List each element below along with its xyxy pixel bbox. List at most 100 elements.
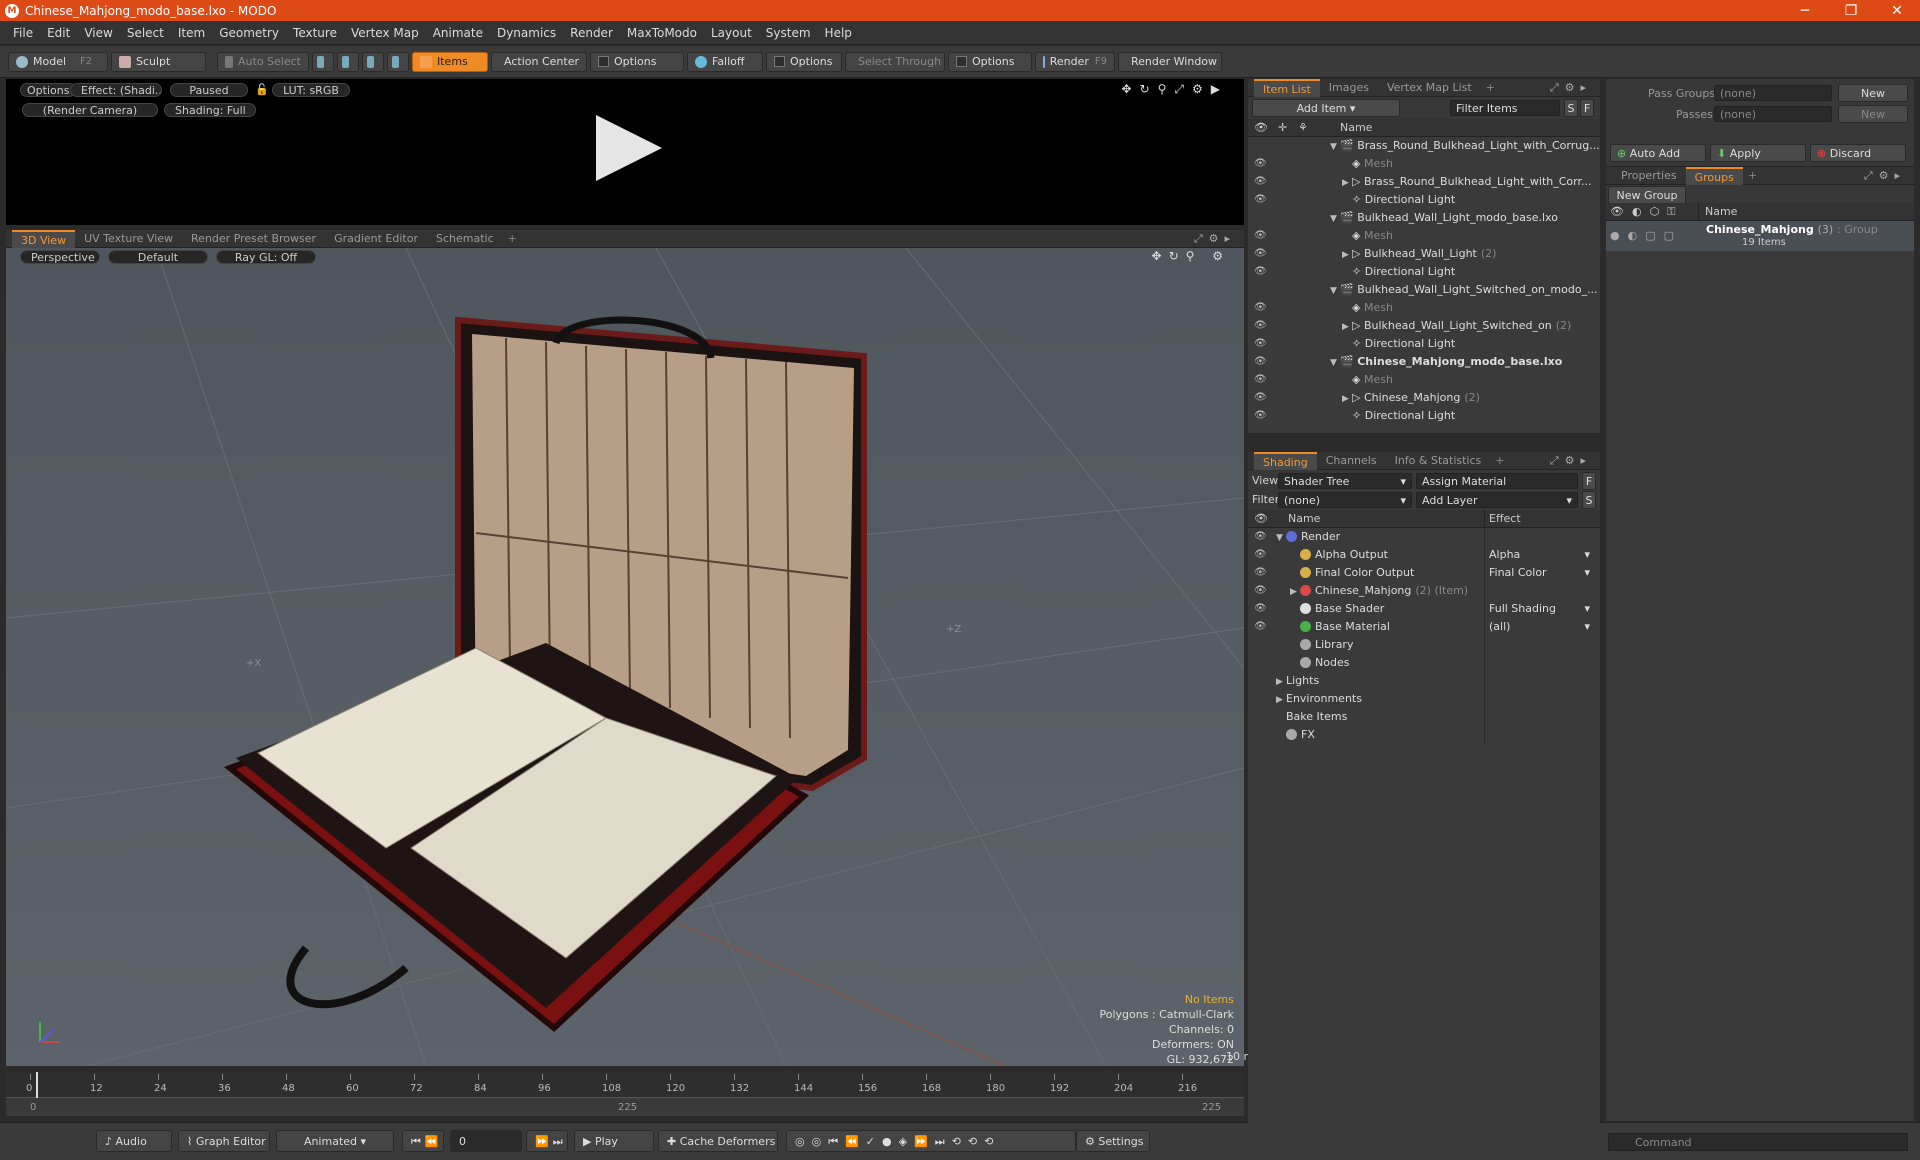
command-input[interactable]: Command (1608, 1133, 1908, 1151)
settings-button[interactable]: ⚙ Settings (1076, 1130, 1150, 1152)
item-list-row[interactable]: ▼ 🎬 Brass_Round_Bulkhead_Light_with_Corru… (1248, 137, 1600, 155)
groups-name-column-header[interactable]: Name (1698, 203, 1737, 221)
shader-tree-row[interactable]: Library (1248, 636, 1600, 654)
visibility-eye-icon[interactable]: 👁 (1254, 546, 1267, 564)
action-center-button[interactable]: Action Center (491, 51, 587, 72)
preview-camera-dropdown[interactable]: (Render Camera) (22, 103, 158, 117)
expand-arrow-icon[interactable]: ▶ (1342, 318, 1352, 336)
visibility-eye-icon[interactable]: 👁 (1254, 263, 1267, 281)
filter-s-button[interactable]: S (1564, 99, 1578, 117)
mahjong-case-model[interactable] (223, 316, 867, 1032)
tab-schematic[interactable]: Schematic (427, 230, 503, 248)
menu-dynamics[interactable]: Dynamics (490, 26, 563, 40)
shader-tree-row[interactable]: 👁 Final Color Output Final Color ▾ (1248, 564, 1600, 582)
visibility-eye-icon[interactable]: 👁 (1254, 564, 1267, 582)
perspective-dropdown[interactable]: Perspective (20, 250, 100, 264)
new-pass-group-button[interactable]: New (1838, 84, 1908, 102)
visibility-eye-icon[interactable]: 👁 (1254, 191, 1267, 209)
item-list-row[interactable]: 👁 ▶ ▷ Brass_Round_Bulkhead_Light_with_Corr… (1248, 173, 1600, 191)
shader-tree-row[interactable]: Bake Items (1248, 708, 1600, 726)
render-preview-panel[interactable]: Options Effect: (Shadi... Paused 🔓 LUT: … (6, 79, 1244, 225)
select-materials-button[interactable] (387, 51, 409, 72)
visibility-eye-icon[interactable]: 👁 (1254, 371, 1267, 389)
effect-column-header[interactable]: Effect (1484, 510, 1521, 528)
item-list-row[interactable]: 👁 ◈ Mesh (1248, 155, 1600, 173)
item-list-row[interactable]: 👁 ◈ Mesh (1248, 371, 1600, 389)
effect-dropdown[interactable]: (all) ▾ (1484, 618, 1594, 636)
filter-f-button[interactable]: F (1580, 99, 1594, 117)
add-item-dropdown[interactable]: Add Item ▾ (1252, 99, 1400, 117)
shader-tree-row[interactable]: 👁 ▼ Render (1248, 528, 1600, 546)
panel-tools-icon[interactable]: ⤢⚙▸ (1550, 81, 1600, 95)
graph-editor-button[interactable]: ⌇ Graph Editor (178, 1130, 270, 1152)
tab-3d-view[interactable]: 3D View (12, 229, 76, 248)
item-list-row[interactable]: 👁 ✧ Directional Light (1248, 191, 1600, 209)
expand-arrow-icon[interactable]: ▶ (1342, 390, 1352, 408)
3d-viewport-canvas[interactable]: +X +Z Perspective Default Ray GL: Off ✥↻… (5, 247, 1245, 1067)
tab-properties[interactable]: Properties (1612, 167, 1686, 185)
name-column-header[interactable]: Name (1340, 119, 1372, 137)
close-icon[interactable]: ✕ (1874, 3, 1920, 19)
playhead[interactable] (36, 1072, 38, 1098)
falloff-button[interactable]: Falloff (687, 51, 763, 72)
menu-file[interactable]: File (6, 26, 40, 40)
preview-effect-dropdown[interactable]: Effect: (Shadi... (70, 83, 162, 97)
new-pass-button[interactable]: New (1838, 105, 1908, 123)
collapse-arrow-icon[interactable]: ▼ (1330, 282, 1340, 300)
shader-tree-row[interactable]: 👁 ▶ Chinese_Mahjong (2) (Item) (1248, 582, 1600, 600)
select-polygons-button[interactable] (362, 51, 384, 72)
tab-info-statistics[interactable]: Info & Statistics (1386, 452, 1491, 470)
group-row[interactable]: ●◐▢▢ Chinese_Mahjong (3) : Group 19 Item… (1606, 221, 1914, 251)
render-button[interactable]: Render F9 (1035, 51, 1115, 72)
effect-dropdown[interactable]: Final Color ▾ (1484, 564, 1594, 582)
add-tab-icon[interactable]: + (1490, 454, 1509, 467)
tab-channels[interactable]: Channels (1317, 452, 1386, 470)
menu-item[interactable]: Item (171, 26, 212, 40)
tab-uv-texture-view[interactable]: UV Texture View (75, 230, 182, 248)
menu-system[interactable]: System (759, 26, 818, 40)
next-key-buttons[interactable]: ⏩⏭ (526, 1130, 568, 1152)
tab-vertex-map-list[interactable]: Vertex Map List (1378, 79, 1481, 97)
visibility-eye-icon[interactable]: 👁 (1254, 227, 1267, 245)
menu-help[interactable]: Help (818, 26, 859, 40)
visibility-eye-icon[interactable]: 👁 (1254, 582, 1267, 600)
assign-f-button[interactable]: F (1582, 472, 1596, 490)
tab-render-preset-browser[interactable]: Render Preset Browser (182, 230, 325, 248)
item-list-row[interactable]: 👁 ◈ Mesh (1248, 227, 1600, 245)
tab-gradient-editor[interactable]: Gradient Editor (325, 230, 427, 248)
select-through-options-button[interactable]: Options (948, 51, 1032, 72)
tab-groups[interactable]: Groups (1685, 166, 1743, 185)
panel-tools-icon[interactable]: ⤢⚙▸ (1194, 232, 1244, 246)
items-mode-button[interactable]: Items (412, 51, 488, 72)
minimize-icon[interactable]: ─ (1782, 3, 1828, 19)
tab-item-list[interactable]: Item List (1254, 78, 1320, 97)
shader-tree-row[interactable]: ▶ Environments (1248, 690, 1600, 708)
restore-icon[interactable]: ❐ (1828, 3, 1874, 19)
sculpt-mode-button[interactable]: Sculpt (111, 51, 206, 72)
prev-key-buttons[interactable]: ⏮⏪ (402, 1130, 444, 1152)
menu-vertex-map[interactable]: Vertex Map (344, 26, 426, 40)
visibility-eye-icon[interactable]: 👁 (1254, 353, 1267, 371)
select-edges-button[interactable] (337, 51, 359, 72)
item-list-row[interactable]: 👁 ✧ Directional Light (1248, 407, 1600, 425)
audio-button[interactable]: ♪ Audio (96, 1130, 172, 1152)
preview-view-controls[interactable]: ✥↻⚲⤢⚙▶ (1122, 82, 1229, 97)
effect-dropdown[interactable]: Alpha ▾ (1484, 546, 1594, 564)
item-list-row[interactable]: 👁 ✧ Directional Light (1248, 335, 1600, 353)
item-list-row[interactable]: 👁 ▶ ▷ Bulkhead_Wall_Light_Switched_on (2) (1248, 317, 1600, 335)
cache-deformers-button[interactable]: ✚ Cache Deformers (658, 1130, 778, 1152)
item-list-row[interactable]: ▼ 🎬 Bulkhead_Wall_Light_Switched_on_modo_… (1248, 281, 1600, 299)
collapse-arrow-icon[interactable]: ▼ (1330, 210, 1340, 228)
item-list-row[interactable]: ▼ 🎬 Bulkhead_Wall_Light_modo_base.lxo (1248, 209, 1600, 227)
item-list-row[interactable]: 👁 ▶ ▷ Bulkhead_Wall_Light (2) (1248, 245, 1600, 263)
shader-tree-row[interactable]: FX (1248, 726, 1600, 744)
style-default-dropdown[interactable]: Default (108, 250, 208, 264)
auto-add-button[interactable]: ⊕ Auto Add (1610, 144, 1706, 162)
item-list-row[interactable]: 👁 ▼ 🎬 Chinese_Mahjong_modo_base.lxo (1248, 353, 1600, 371)
panel-tools-icon[interactable]: ⤢⚙▸ (1550, 454, 1600, 468)
viewport-nav-controls[interactable]: ✥↻⚲ ⚙ (1152, 249, 1230, 263)
visibility-eye-icon[interactable]: 👁 (1254, 600, 1267, 618)
new-group-button[interactable]: New Group (1608, 186, 1686, 204)
add-layer-dropdown[interactable]: Add Layer ▾ (1416, 492, 1578, 508)
preview-paused-button[interactable]: Paused (170, 83, 248, 97)
